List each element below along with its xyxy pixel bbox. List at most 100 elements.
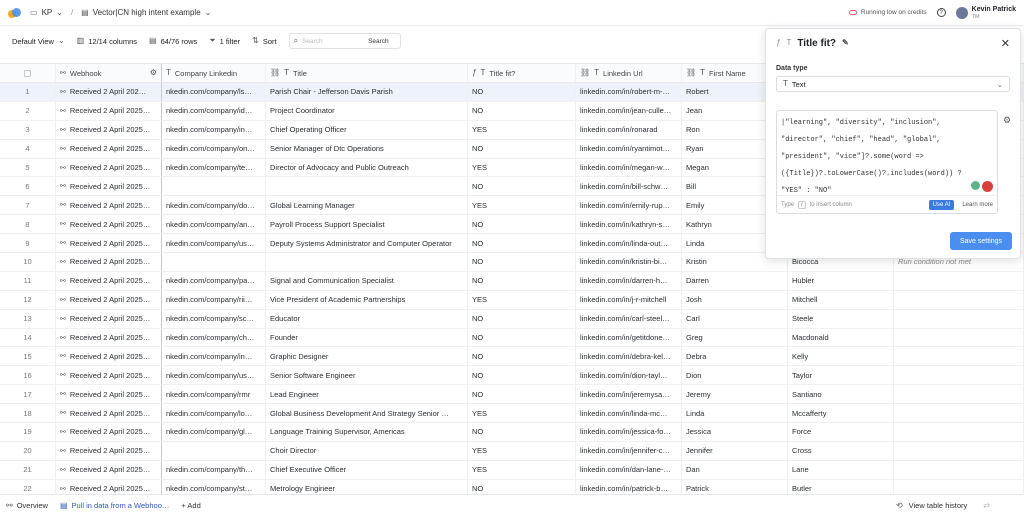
title-cell[interactable]: Parish Chair - Jefferson Davis Parish (266, 83, 468, 101)
row-number-cell[interactable]: 17 (0, 385, 56, 404)
webhook-cell[interactable]: ⚯ Received 2 April 202… (56, 83, 162, 101)
title-fit-cell[interactable]: YES (468, 120, 576, 139)
linkedin-url-cell[interactable]: linkedin.com/in/debra-kel… (576, 347, 682, 366)
row-number-cell[interactable]: 10 (0, 253, 56, 271)
linkedin-url-cell[interactable]: linkedin.com/in/megan-w… (576, 158, 682, 177)
table-row[interactable]: 11 ⚯ Received 2 April 2025… nkedin.com/comp… (0, 271, 1024, 291)
webhook-cell[interactable]: ⚯ Received 2 April 2025… (56, 328, 162, 347)
title-cell[interactable]: Choir Director (266, 441, 468, 460)
company-linkedin-cell[interactable]: nkedin.com/company/ch… (162, 328, 266, 347)
company-linkedin-cell[interactable]: nkedin.com/company/rii… (162, 290, 266, 309)
select-all-checkbox[interactable] (24, 69, 31, 77)
title-cell[interactable]: Educator (266, 309, 468, 328)
title-fit-cell[interactable]: NO (468, 366, 576, 385)
filter-button[interactable]: ⏷ 1 filter (209, 37, 240, 46)
linkedin-url-cell[interactable]: linkedin.com/in/carl-steel… (576, 309, 682, 328)
title-cell[interactable]: Global Business Development And Strategy… (266, 404, 468, 423)
row-number-cell[interactable]: 1 (0, 83, 56, 101)
title-cell[interactable]: Global Learning Manager (266, 196, 468, 215)
table-row[interactable]: 13 ⚯ Received 2 April 2025… nkedin.com/comp… (0, 309, 1024, 329)
last-name-cell[interactable]: Cross (788, 441, 894, 460)
row-number-cell[interactable]: 15 (0, 347, 56, 366)
credits-status[interactable]: Running low on credits (848, 9, 927, 16)
title-fit-cell[interactable]: NO (468, 215, 576, 234)
row-number-cell[interactable]: 4 (0, 139, 56, 158)
title-fit-cell[interactable]: YES (468, 460, 576, 479)
company-linkedin-cell[interactable]: nkedin.com/company/an… (162, 215, 266, 234)
company-linkedin-cell[interactable]: nkedin.com/company/in… (162, 347, 266, 366)
last-name-cell[interactable]: Macdonald (788, 328, 894, 347)
breadcrumb-workspace[interactable]: KP (42, 8, 53, 17)
linkedin-url-cell[interactable]: linkedin.com/in/kristin-bi… (576, 253, 682, 271)
linkedin-url-cell[interactable]: linkedin.com/in/robert-m-… (576, 83, 682, 101)
company-linkedin-cell[interactable]: nkedin.com/company/ls… (162, 83, 266, 101)
settings-icon[interactable]: ⚙ (150, 69, 157, 77)
webhook-cell[interactable]: ⚯ Received 2 April 2025… (56, 271, 162, 290)
table-row[interactable]: 18 ⚯ Received 2 April 2025… nkedin.com/comp… (0, 404, 1024, 424)
rows-button[interactable]: ▤ 64/76 rows (149, 37, 197, 46)
last-name-cell[interactable]: Lane (788, 460, 894, 479)
title-cell[interactable]: Deputy Systems Administrator and Compute… (266, 234, 468, 253)
first-name-cell[interactable]: Carl (682, 309, 788, 328)
last-name-cell[interactable]: Santiano (788, 385, 894, 404)
linkedin-url-cell[interactable]: linkedin.com/in/ronarad (576, 120, 682, 139)
webhook-cell[interactable]: ⚯ Received 2 April 2025… (56, 347, 162, 366)
webhook-cell[interactable]: ⚯ Received 2 April 2025… (56, 177, 162, 196)
webhook-cell[interactable]: ⚯ Received 2 April 2025… (56, 253, 162, 271)
data-type-select[interactable]: T Text ⌄ (776, 76, 1010, 92)
row-number-cell[interactable]: 8 (0, 215, 56, 234)
company-linkedin-cell[interactable]: nkedin.com/company/sc… (162, 309, 266, 328)
title-cell[interactable]: Graphic Designer (266, 347, 468, 366)
header-linkedin-url[interactable]: ⛓ T Linkedin Url (576, 64, 682, 82)
title-fit-cell[interactable]: YES (468, 196, 576, 215)
save-settings-button[interactable]: Save settings (950, 232, 1012, 250)
company-linkedin-cell[interactable]: nkedin.com/company/id… (162, 101, 266, 120)
chevron-down-icon[interactable]: ⌄ (205, 8, 212, 17)
first-name-cell[interactable]: Jeremy (682, 385, 788, 404)
row-number-cell[interactable]: 3 (0, 120, 56, 139)
header-title[interactable]: ⛓ T Title (266, 64, 468, 82)
first-name-cell[interactable]: Debra (682, 347, 788, 366)
company-linkedin-cell[interactable] (162, 441, 266, 460)
table-row[interactable]: 21 ⚯ Received 2 April 2025… nkedin.com/comp… (0, 460, 1024, 480)
table-row[interactable]: 16 ⚯ Received 2 April 2025… nkedin.com/comp… (0, 366, 1024, 386)
title-cell[interactable]: Chief Operating Officer (266, 120, 468, 139)
title-fit-cell[interactable]: NO (468, 309, 576, 328)
company-linkedin-cell[interactable]: nkedin.com/company/th… (162, 460, 266, 479)
webhook-cell[interactable]: ⚯ Received 2 April 2025… (56, 158, 162, 177)
company-linkedin-cell[interactable]: nkedin.com/company/rmr (162, 385, 266, 404)
status-cell[interactable] (894, 423, 1024, 441)
title-cell[interactable]: Payroll Process Support Specialist (266, 215, 468, 234)
title-fit-cell[interactable]: YES (468, 404, 576, 423)
title-fit-cell[interactable]: NO (468, 328, 576, 347)
last-name-cell[interactable]: Force (788, 423, 894, 441)
title-cell[interactable]: Chief Executive Officer (266, 460, 468, 479)
linkedin-url-cell[interactable]: linkedin.com/in/linda-mc… (576, 404, 682, 423)
linkedin-url-cell[interactable]: linkedin.com/in/jessica-fo… (576, 423, 682, 441)
linkedin-url-cell[interactable]: linkedin.com/in/darren-h… (576, 271, 682, 290)
title-fit-cell[interactable]: NO (468, 347, 576, 366)
row-number-cell[interactable]: 6 (0, 177, 56, 196)
first-name-cell[interactable]: Greg (682, 328, 788, 347)
status-cell[interactable] (894, 460, 1024, 479)
table-row[interactable]: 20 ⚯ Received 2 April 2025… Choir Director Y… (0, 441, 1024, 461)
webhook-cell[interactable]: ⚯ Received 2 April 2025… (56, 215, 162, 234)
row-number-cell[interactable]: 13 (0, 309, 56, 328)
title-fit-cell[interactable]: NO (468, 423, 576, 441)
webhook-cell[interactable]: ⚯ Received 2 April 2025… (56, 385, 162, 404)
row-number-cell[interactable]: 21 (0, 460, 56, 479)
help-icon[interactable]: ? (936, 8, 946, 17)
linkedin-url-cell[interactable]: linkedin.com/in/jennifer-c… (576, 441, 682, 460)
title-cell[interactable]: Founder (266, 328, 468, 347)
linkedin-url-cell[interactable]: linkedin.com/in/j-r-mitchell (576, 290, 682, 309)
title-fit-cell[interactable]: NO (468, 385, 576, 404)
title-cell[interactable]: Lead Engineer (266, 385, 468, 404)
table-row[interactable]: 19 ⚯ Received 2 April 2025… nkedin.com/comp… (0, 423, 1024, 442)
company-linkedin-cell[interactable]: nkedin.com/company/us… (162, 366, 266, 385)
row-number-cell[interactable]: 19 (0, 423, 56, 441)
company-linkedin-cell[interactable] (162, 177, 266, 196)
webhook-cell[interactable]: ⚯ Received 2 April 2025… (56, 101, 162, 120)
title-fit-cell[interactable]: NO (468, 139, 576, 158)
title-fit-cell[interactable]: NO (468, 177, 576, 196)
company-linkedin-cell[interactable]: nkedin.com/company/do… (162, 196, 266, 215)
